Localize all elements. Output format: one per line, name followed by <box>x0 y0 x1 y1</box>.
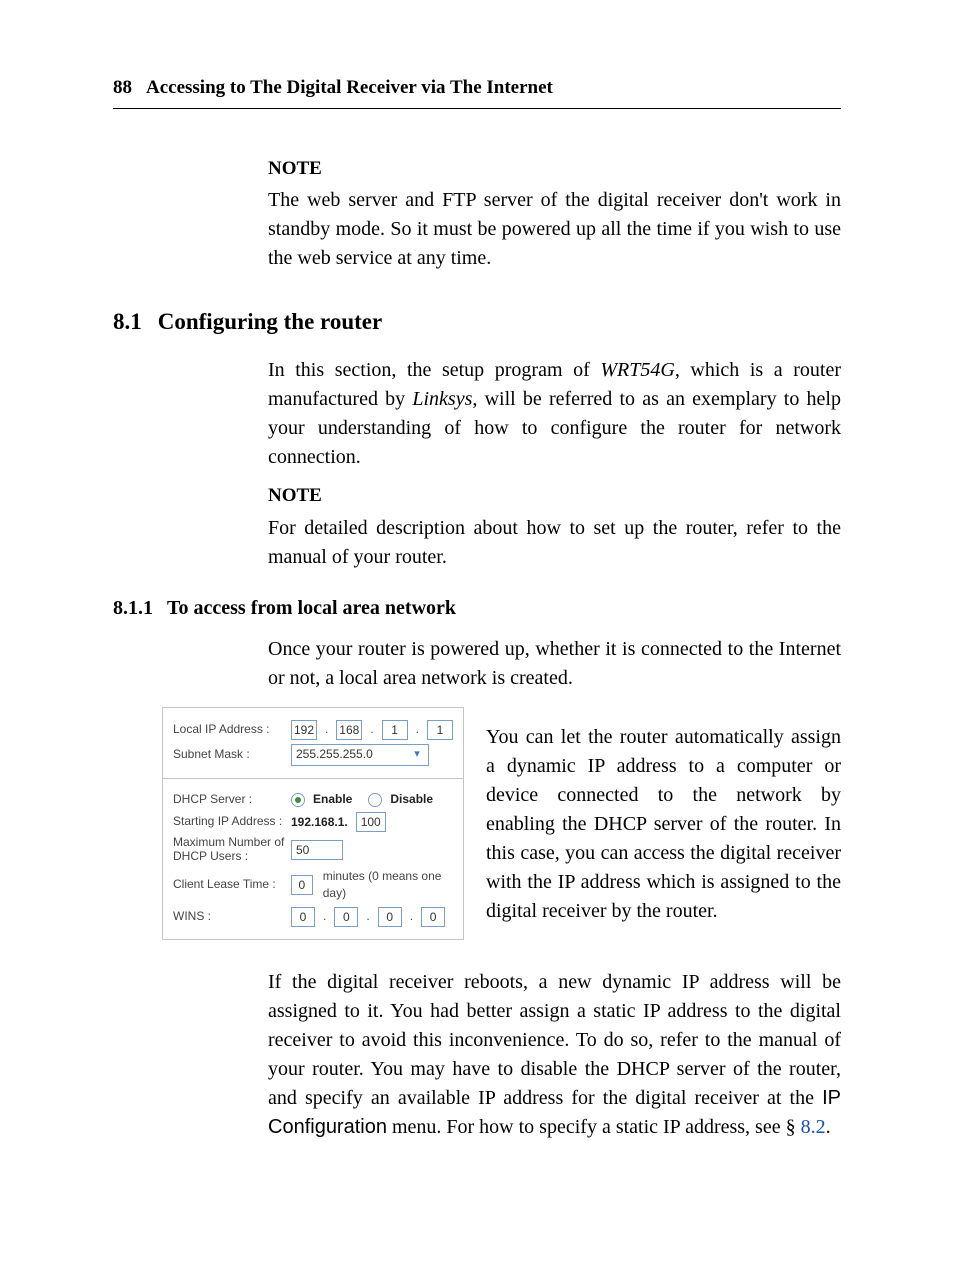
dot: . <box>321 908 328 925</box>
dot: . <box>364 908 371 925</box>
subnet-value: 255.255.255.0 <box>296 746 373 763</box>
subsection-lead: Once your router is powered up, whether … <box>268 635 841 693</box>
section-number: 8.1 <box>113 305 142 338</box>
wins-4[interactable]: 0 <box>421 907 445 927</box>
row-subnet: Subnet Mask : 255.255.255.0 ▾ <box>173 744 453 766</box>
chevron-down-icon: ▾ <box>410 748 424 762</box>
subsection-number: 8.1.1 <box>113 594 153 623</box>
wins-3[interactable]: 0 <box>378 907 402 927</box>
t: menu. For how to specify a static IP add… <box>387 1116 801 1138</box>
t: . <box>826 1116 831 1138</box>
cross-reference-link[interactable]: 8.2 <box>801 1116 826 1138</box>
intro-text: In this section, the setup program of WR… <box>268 356 841 472</box>
starting-ip-prefix: 192.168.1. <box>291 814 348 831</box>
fig-block-dhcp: DHCP Server : Enable Disable Starting IP… <box>163 778 463 939</box>
lease-suffix: minutes (0 means one day) <box>323 868 453 903</box>
ip-octet-4[interactable]: 1 <box>427 720 453 740</box>
ip-octet-1[interactable]: 192 <box>291 720 317 740</box>
router-settings-figure: Local IP Address : 192. 168. 1. 1 Subnet… <box>162 707 464 940</box>
subnet-select[interactable]: 255.255.255.0 ▾ <box>291 744 429 766</box>
after-text: If the digital receiver reboots, a new d… <box>268 968 841 1142</box>
lease-value[interactable]: 0 <box>291 875 313 895</box>
t: If the digital receiver reboots, a new d… <box>268 971 841 1109</box>
note-heading: NOTE <box>268 482 841 510</box>
ip-octet-2[interactable]: 168 <box>336 720 362 740</box>
radio-enable[interactable] <box>291 793 305 807</box>
lead-text: Once your router is powered up, whether … <box>268 635 841 693</box>
radio-disable-label: Disable <box>390 791 433 808</box>
vendor-name: Linksys <box>412 388 472 410</box>
row-wins: WINS : 0. 0. 0. 0 <box>173 907 453 927</box>
running-head: 88 Accessing to The Digital Receiver via… <box>113 74 841 109</box>
label-local-ip: Local IP Address : <box>173 723 285 737</box>
label-subnet: Subnet Mask : <box>173 748 285 762</box>
label-dhcp-server: DHCP Server : <box>173 793 285 807</box>
note-body: The web server and FTP server of the dig… <box>268 186 841 273</box>
router-model: WRT54G <box>600 359 674 381</box>
note-heading: NOTE <box>268 155 841 183</box>
dot: . <box>414 721 421 738</box>
note-1: NOTE The web server and FTP server of th… <box>268 155 841 274</box>
label-starting-ip: Starting IP Address : <box>173 815 285 829</box>
label-wins: WINS : <box>173 910 285 924</box>
ip-octet-3[interactable]: 1 <box>382 720 408 740</box>
fig-block-network: Local IP Address : 192. 168. 1. 1 Subnet… <box>163 708 463 778</box>
max-users-value[interactable]: 50 <box>291 840 343 860</box>
label-lease: Client Lease Time : <box>173 878 285 892</box>
dot: . <box>408 908 415 925</box>
wins-1[interactable]: 0 <box>291 907 315 927</box>
t: In this section, the setup program of <box>268 359 600 381</box>
row-local-ip: Local IP Address : 192. 168. 1. 1 <box>173 720 453 740</box>
chapter-title: Accessing to The Digital Receiver via Th… <box>146 74 553 102</box>
section-heading: 8.1 Configuring the router <box>113 305 841 338</box>
row-lease: Client Lease Time : 0 minutes (0 means o… <box>173 868 453 903</box>
figure-and-text: Local IP Address : 192. 168. 1. 1 Subnet… <box>113 703 841 946</box>
radio-enable-label: Enable <box>313 791 352 808</box>
dot: . <box>323 721 330 738</box>
after-figure-text: If the digital receiver reboots, a new d… <box>268 968 841 1142</box>
page: 88 Accessing to The Digital Receiver via… <box>0 0 954 1272</box>
section-intro: In this section, the setup program of WR… <box>268 356 841 572</box>
row-max-users: Maximum Number of DHCP Users : 50 <box>173 836 453 864</box>
dot: . <box>368 721 375 738</box>
subsection-heading: 8.1.1 To access from local area network <box>113 594 841 623</box>
row-starting-ip: Starting IP Address : 192.168.1. 100 <box>173 812 453 832</box>
label-max-users: Maximum Number of DHCP Users : <box>173 836 285 864</box>
radio-disable[interactable] <box>368 793 382 807</box>
subsection-title: To access from local area network <box>167 594 456 623</box>
row-dhcp-server: DHCP Server : Enable Disable <box>173 791 453 808</box>
wins-2[interactable]: 0 <box>334 907 358 927</box>
section-title: Configuring the router <box>158 305 382 338</box>
note-body: For detailed description about how to se… <box>268 514 841 572</box>
starting-ip-value[interactable]: 100 <box>356 812 386 832</box>
page-number: 88 <box>113 74 132 102</box>
